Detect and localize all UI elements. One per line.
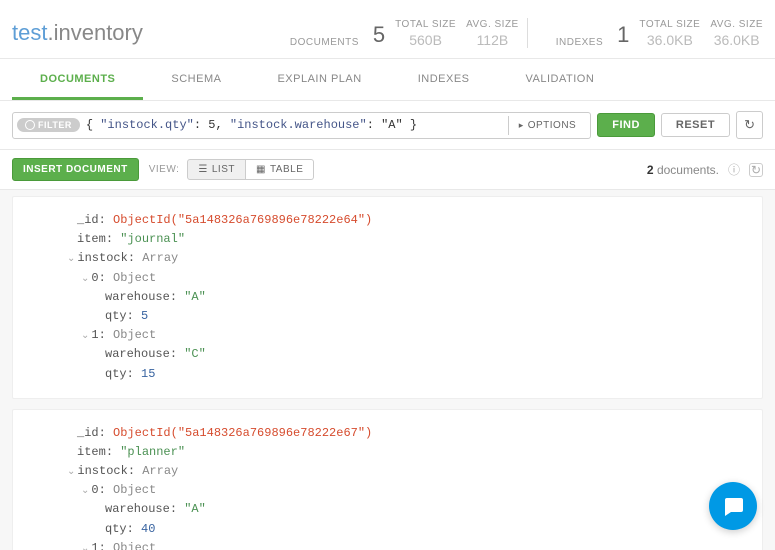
- collection-name: inventory: [54, 20, 143, 45]
- documents-stats: DOCUMENTS 5 TOTAL SIZE 560B AVG. SIZE 11…: [290, 19, 519, 48]
- options-button[interactable]: OPTIONS: [508, 116, 587, 135]
- database-name: test: [12, 20, 47, 45]
- refresh-icon[interactable]: ↻: [749, 163, 763, 177]
- filter-bar: FILTER { "instock.qty": 5, "instock.ware…: [0, 101, 775, 150]
- reset-button[interactable]: RESET: [661, 113, 730, 137]
- table-icon: ▦: [256, 164, 266, 175]
- tab-bar: DOCUMENTS SCHEMA EXPLAIN PLAN INDEXES VA…: [0, 59, 775, 101]
- tab-indexes[interactable]: INDEXES: [390, 59, 498, 100]
- chevron-down-icon[interactable]: ⌄: [81, 329, 89, 345]
- history-icon[interactable]: ↻: [736, 111, 763, 139]
- chat-bubble-icon[interactable]: [709, 482, 757, 530]
- object-id: ObjectId("5a148326a769896e78222e64"): [113, 213, 372, 227]
- namespace: test.inventory: [12, 20, 143, 46]
- chevron-down-icon[interactable]: ⌄: [67, 252, 75, 268]
- chevron-down-icon[interactable]: ⌄: [81, 272, 89, 288]
- chevron-down-icon[interactable]: ⌄: [67, 465, 75, 481]
- chevron-down-icon[interactable]: ⌄: [81, 542, 89, 550]
- insert-document-button[interactable]: INSERT DOCUMENT: [12, 158, 139, 181]
- list-icon: ☰: [198, 164, 207, 175]
- indexes-stats: INDEXES 1 TOTAL SIZE 36.0KB AVG. SIZE 36…: [556, 19, 763, 48]
- view-toggle: ☰ LIST ▦ TABLE: [187, 159, 314, 180]
- filter-input[interactable]: FILTER { "instock.qty": 5, "instock.ware…: [12, 112, 591, 139]
- tab-validation[interactable]: VALIDATION: [498, 59, 623, 100]
- indexes-count: 1: [617, 22, 629, 48]
- tab-explain-plan[interactable]: EXPLAIN PLAN: [249, 59, 389, 100]
- documents-count: 5: [373, 22, 385, 48]
- document-card[interactable]: _id: ObjectId("5a148326a769896e78222e64"…: [12, 196, 763, 399]
- filter-query[interactable]: { "instock.qty": 5, "instock.warehouse":…: [86, 118, 508, 132]
- tab-schema[interactable]: SCHEMA: [143, 59, 249, 100]
- view-table-button[interactable]: ▦ TABLE: [246, 159, 314, 180]
- object-id: ObjectId("5a148326a769896e78222e67"): [113, 426, 372, 440]
- result-count: 2 documents. ⓘ ↻: [647, 163, 763, 177]
- tab-documents[interactable]: DOCUMENTS: [12, 59, 143, 100]
- documents-toolbar: INSERT DOCUMENT VIEW: ☰ LIST ▦ TABLE 2 d…: [0, 150, 775, 190]
- documents-list: _id: ObjectId("5a148326a769896e78222e64"…: [0, 190, 775, 550]
- filter-badge: FILTER: [17, 118, 80, 132]
- info-icon[interactable]: ⓘ: [727, 163, 741, 177]
- find-button[interactable]: FIND: [597, 113, 655, 137]
- view-list-button[interactable]: ☰ LIST: [187, 159, 246, 180]
- document-card[interactable]: _id: ObjectId("5a148326a769896e78222e67"…: [12, 409, 763, 550]
- collection-header: test.inventory DOCUMENTS 5 TOTAL SIZE 56…: [0, 0, 775, 59]
- chevron-down-icon[interactable]: ⌄: [81, 484, 89, 500]
